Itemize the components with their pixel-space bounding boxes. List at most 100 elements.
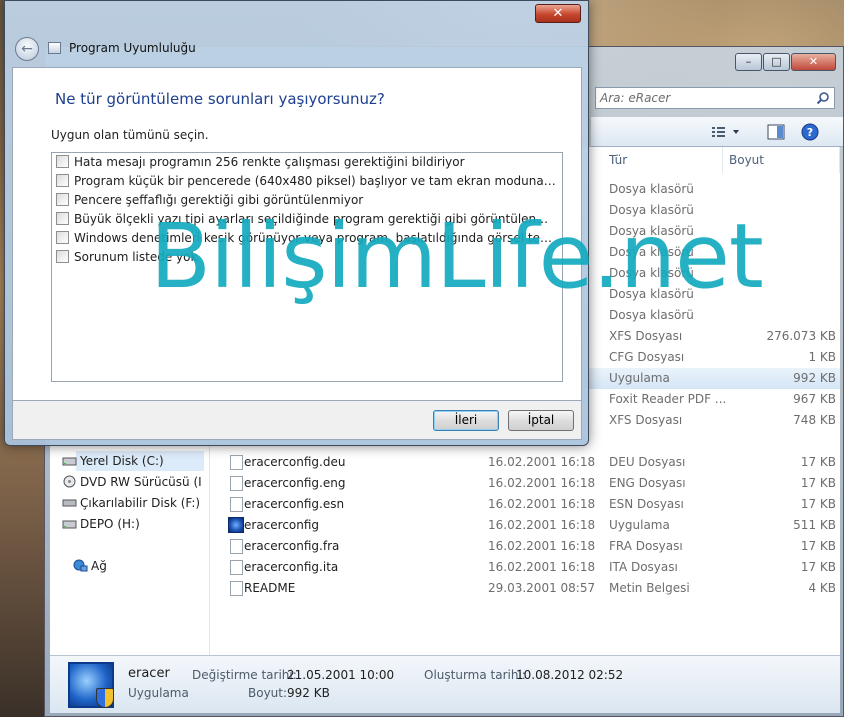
option-label: Program küçük bir pencerede (640x480 pik… — [74, 174, 556, 188]
file-size: 17 KB — [800, 560, 836, 574]
file-date: 16.02.2001 16:18 — [488, 497, 596, 511]
nav-item-depo[interactable]: DEPO (H:) — [62, 514, 140, 534]
file-size: 17 KB — [800, 476, 836, 490]
file-date: 16.02.2001 16:18 — [488, 518, 596, 532]
file-name: eracerconfig.eng — [244, 476, 346, 490]
program-compatibility-icon — [48, 42, 61, 54]
file-type: Dosya klasörü — [609, 182, 694, 196]
file-type: XFS Dosyası — [609, 329, 683, 343]
nav-item-label: Yerel Disk (C:) — [80, 454, 164, 468]
file-icon — [230, 539, 243, 554]
back-button[interactable]: ← — [15, 37, 39, 61]
file-size: 17 KB — [800, 455, 836, 469]
network-icon — [73, 559, 88, 572]
details-pane: eracer Uygulama Değiştirme tarihi: 21.05… — [50, 655, 840, 713]
close-button[interactable]: ✕ — [791, 53, 836, 71]
file-row[interactable]: eracerconfig.fra 16.02.2001 16:18 FRA Dosy… — [210, 536, 840, 557]
dvd-icon — [63, 475, 76, 488]
file-date: 16.02.2001 16:18 — [488, 560, 596, 574]
dialog-instruction: Uygun olan tümünü seçin. — [51, 128, 209, 142]
removable-icon — [62, 499, 77, 507]
file-row[interactable]: eracerconfig.ita 16.02.2001 16:18 ITA Dosy… — [210, 557, 840, 578]
file-type: Metin Belgesi — [609, 581, 690, 595]
file-type: ESN Dosyası — [609, 497, 684, 511]
file-type: XFS Dosyası — [609, 413, 683, 427]
uac-shield-icon — [96, 688, 114, 708]
drive-icon — [62, 457, 77, 466]
file-size: 511 KB — [793, 518, 836, 532]
file-type: Dosya klasörü — [609, 308, 694, 322]
file-date: 16.02.2001 16:18 — [488, 539, 596, 553]
file-type: DEU Dosyası — [609, 455, 686, 469]
nav-item-removable-disk[interactable]: Çıkarılabilir Disk (F:) — [62, 493, 201, 513]
file-type: FRA Dosyası — [609, 539, 683, 553]
nav-item-network[interactable]: Ağ — [73, 556, 107, 576]
details-kind: Uygulama — [128, 686, 189, 700]
details-created-label: Oluşturma tarihi: — [424, 668, 526, 682]
file-size: 992 KB — [793, 371, 836, 385]
file-row[interactable]: eracerconfig.esn 16.02.2001 16:18 ESN Dosy… — [210, 494, 840, 515]
next-button[interactable]: İleri — [433, 410, 499, 431]
watermark-text: BilişimLife.net — [150, 204, 764, 308]
dialog-footer: İleri İptal — [12, 401, 582, 440]
option-256-colors[interactable]: Hata mesajı programın 256 renkte çalışma… — [56, 153, 556, 172]
details-name: eracer — [128, 666, 170, 681]
minimize-button[interactable]: – — [735, 53, 762, 71]
details-modified-value: 21.05.2001 10:00 — [287, 668, 395, 682]
file-size: 17 KB — [800, 497, 836, 511]
details-created-value: 10.08.2012 02:52 — [516, 668, 624, 682]
file-row[interactable]: eracerconfig 16.02.2001 16:18 Uygulama 511 … — [210, 515, 840, 536]
file-name: eracerconfig.esn — [244, 497, 345, 511]
file-size: 1 KB — [808, 350, 836, 364]
checkbox[interactable] — [56, 231, 69, 244]
details-modified-label: Değiştirme tarihi: — [192, 668, 297, 682]
file-icon — [230, 497, 243, 512]
search-input[interactable]: Ara: eRacer — [595, 87, 835, 109]
view-options-icon[interactable] — [711, 125, 741, 139]
file-type: Foxit Reader PDF ... — [609, 392, 727, 406]
file-date: 29.03.2001 08:57 — [488, 581, 596, 595]
nav-item-label: DVD RW Sürücüsü (I — [80, 475, 202, 489]
dialog-heading: Ne tür görüntüleme sorunları yaşıyorsunu… — [55, 90, 385, 108]
file-size: 967 KB — [793, 392, 836, 406]
nav-item-dvd[interactable]: DVD RW Sürücüsü (I — [63, 472, 202, 492]
checkbox[interactable] — [56, 174, 69, 187]
search-icon[interactable] — [816, 91, 830, 105]
checkbox[interactable] — [56, 193, 69, 206]
file-type: Uygulama — [609, 518, 670, 532]
checkbox[interactable] — [56, 212, 69, 225]
checkbox[interactable] — [56, 155, 69, 168]
nav-item-local-disk[interactable]: Yerel Disk (C:) — [62, 451, 204, 471]
file-icon — [230, 476, 243, 491]
option-640x480[interactable]: Program küçük bir pencerede (640x480 pik… — [56, 172, 556, 191]
column-header-type[interactable]: Tür — [603, 147, 723, 173]
nav-item-label: Ağ — [91, 559, 107, 573]
file-name: eracerconfig.fra — [244, 539, 340, 553]
file-date: 16.02.2001 16:18 — [488, 476, 596, 490]
file-size: 4 KB — [808, 581, 836, 595]
checkbox[interactable] — [56, 250, 69, 263]
dialog-close-button[interactable]: ✕ — [535, 4, 581, 23]
file-name: eracerconfig — [244, 518, 320, 532]
details-size-label: Boyut: — [248, 686, 288, 700]
file-type: ITA Dosyası — [609, 560, 678, 574]
file-size: 748 KB — [793, 413, 836, 427]
explorer-toolbar: ? — [591, 117, 843, 147]
nav-item-label: Çıkarılabilir Disk (F:) — [80, 496, 201, 510]
nav-item-label: DEPO (H:) — [80, 517, 140, 531]
eracer-app-icon — [68, 662, 114, 708]
column-header-size[interactable]: Boyut — [723, 147, 840, 173]
file-name: eracerconfig.ita — [244, 560, 339, 574]
file-row[interactable]: eracerconfig.eng 16.02.2001 16:18 ENG Dosy… — [210, 473, 840, 494]
file-row[interactable]: eracerconfig.deu 16.02.2001 16:18 DEU Dosy… — [210, 452, 840, 473]
file-row[interactable]: README 29.03.2001 08:57 Metin Belgesi 4 KB — [210, 578, 840, 599]
option-label: Hata mesajı programın 256 renkte çalışma… — [74, 155, 465, 169]
help-icon[interactable]: ? — [801, 123, 819, 141]
file-type: Uygulama — [609, 371, 670, 385]
maximize-button[interactable]: □ — [763, 53, 790, 71]
preview-pane-icon[interactable] — [767, 124, 785, 140]
details-size-value: 992 KB — [287, 686, 330, 700]
app-icon — [228, 517, 244, 533]
cancel-button[interactable]: İptal — [508, 410, 574, 431]
svg-text:?: ? — [807, 126, 813, 139]
